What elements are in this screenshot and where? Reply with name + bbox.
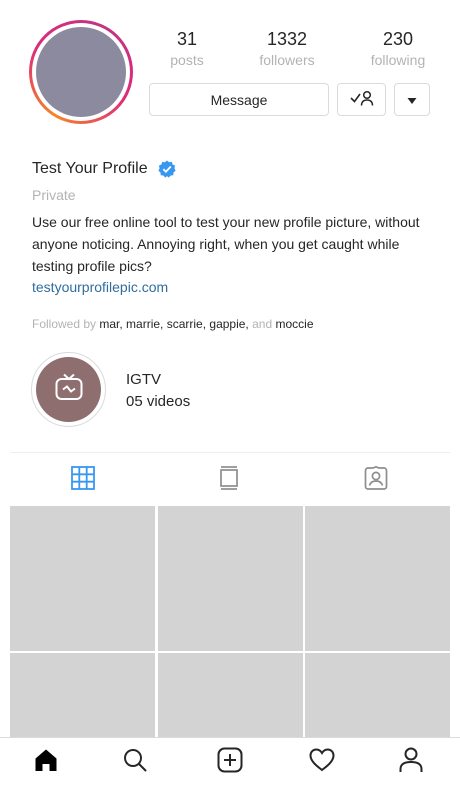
stat-posts[interactable]: 31 posts bbox=[142, 28, 232, 70]
message-button[interactable]: Message bbox=[149, 83, 329, 116]
search-icon bbox=[123, 748, 147, 777]
profile-stats: 31 posts 1332 followers 230 following bbox=[150, 28, 440, 72]
activity-heart-icon bbox=[309, 747, 335, 777]
followed-by-and: and bbox=[252, 317, 273, 331]
followers-label: followers bbox=[259, 52, 315, 68]
following-button[interactable] bbox=[337, 83, 386, 116]
igtv-feed-icon bbox=[218, 465, 240, 495]
caret-down-icon bbox=[407, 92, 417, 108]
tagged-icon bbox=[364, 465, 388, 495]
profile-icon bbox=[399, 747, 423, 778]
suggestions-dropdown-button[interactable] bbox=[394, 83, 430, 116]
following-label: following bbox=[370, 52, 426, 68]
tab-tagged[interactable] bbox=[363, 465, 389, 495]
following-check-person-icon bbox=[349, 89, 375, 110]
posts-grid bbox=[10, 506, 450, 738]
posts-label: posts bbox=[170, 52, 204, 68]
post-thumbnail[interactable] bbox=[10, 653, 155, 738]
post-thumbnail[interactable] bbox=[305, 506, 450, 651]
stat-followers[interactable]: 1332 followers bbox=[242, 28, 332, 70]
nav-home[interactable] bbox=[33, 749, 59, 775]
igtv-icon bbox=[54, 372, 84, 407]
avatar bbox=[36, 27, 126, 117]
stat-following[interactable]: 230 following bbox=[353, 28, 443, 70]
new-post-icon bbox=[217, 747, 243, 778]
profile-tabs bbox=[10, 452, 450, 506]
igtv-highlight-text[interactable]: IGTV 05 videos bbox=[126, 369, 190, 413]
posts-count: 31 bbox=[176, 29, 198, 49]
igtv-highlight-cover bbox=[36, 357, 101, 422]
profile-bio: Test Your Profile Private Use our free o… bbox=[32, 157, 442, 333]
following-count: 230 bbox=[382, 29, 414, 49]
followed-by-names: mar, marrie, scarrie, gappie, bbox=[99, 317, 249, 331]
igtv-video-count: 05 videos bbox=[126, 393, 191, 410]
nav-search[interactable] bbox=[122, 748, 148, 777]
bottom-nav bbox=[0, 737, 460, 786]
nav-new-post[interactable] bbox=[217, 747, 243, 778]
igtv-highlight[interactable] bbox=[31, 352, 106, 427]
followed-by-prefix: Followed by bbox=[32, 317, 97, 331]
post-thumbnail[interactable] bbox=[305, 653, 450, 738]
profile-bio-text: Use our free online tool to test your ne… bbox=[32, 214, 420, 274]
name-row: Test Your Profile bbox=[32, 157, 442, 181]
avatar-gap bbox=[32, 23, 130, 121]
igtv-title: IGTV bbox=[126, 371, 162, 388]
followed-by-last: moccie bbox=[275, 317, 314, 331]
home-icon bbox=[34, 748, 58, 777]
nav-profile[interactable] bbox=[398, 747, 424, 778]
post-thumbnail[interactable] bbox=[157, 506, 303, 651]
tab-grid[interactable] bbox=[70, 465, 96, 495]
tab-igtv[interactable] bbox=[216, 465, 242, 495]
profile-avatar-ring[interactable] bbox=[29, 20, 133, 124]
post-thumbnail[interactable] bbox=[10, 506, 155, 651]
profile-website-link[interactable]: testyourprofilepic.com bbox=[32, 277, 442, 297]
nav-activity[interactable] bbox=[309, 747, 335, 777]
post-thumbnail[interactable] bbox=[157, 653, 303, 738]
grid-icon bbox=[71, 465, 95, 495]
profile-name: Test Your Profile bbox=[32, 160, 148, 177]
verified-badge-icon bbox=[158, 160, 176, 178]
profile-category: Private bbox=[32, 187, 76, 203]
followed-by[interactable]: Followed by mar, marrie, scarrie, gappie… bbox=[32, 315, 442, 333]
followers-count: 1332 bbox=[266, 29, 308, 49]
